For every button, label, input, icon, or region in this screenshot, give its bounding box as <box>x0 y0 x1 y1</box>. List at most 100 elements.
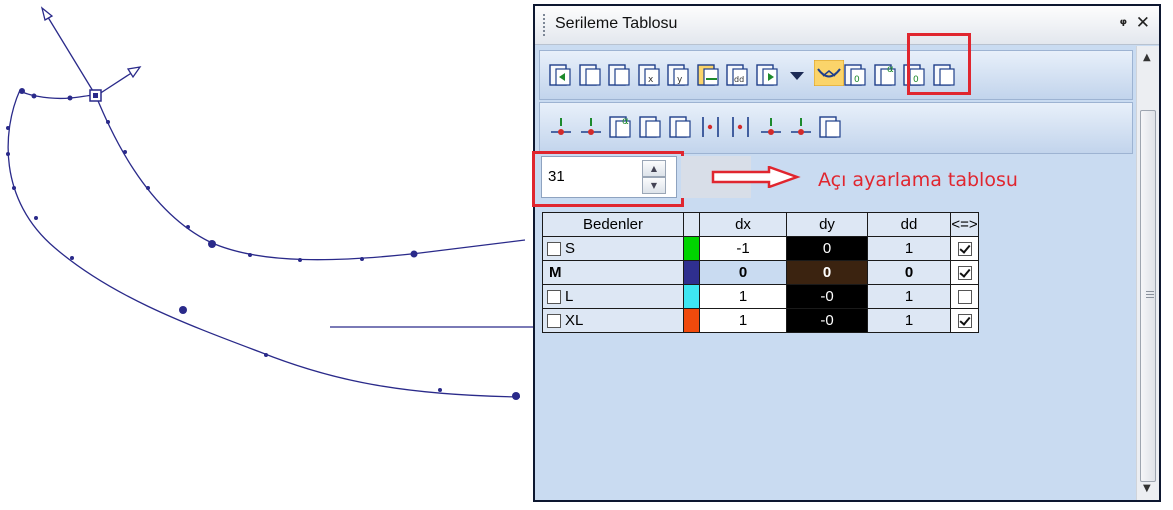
pin-icon[interactable]: ᵠ <box>1120 15 1127 33</box>
scroll-thumb[interactable] <box>1140 110 1156 482</box>
angle-spin-input[interactable]: 31 ▲ ▼ <box>541 156 677 198</box>
size-checkbox[interactable] <box>547 290 561 305</box>
size-name-cell[interactable]: S <box>542 236 684 261</box>
size-color-swatch[interactable] <box>683 260 700 285</box>
svg-text:0: 0 <box>854 75 860 85</box>
pattern-curve-middle <box>95 95 526 261</box>
link-cell[interactable] <box>950 308 979 333</box>
col-header-dd[interactable]: dd <box>867 212 951 237</box>
dx-cell[interactable]: 1 <box>699 284 787 309</box>
grade-right-icon[interactable] <box>755 62 781 88</box>
table-row[interactable]: L 1 -0 1 <box>542 284 979 309</box>
alpha-angle-icon[interactable]: α <box>873 62 899 88</box>
highlight-box-curve-tool <box>907 33 971 95</box>
piece-dd-icon[interactable]: dd <box>725 62 751 88</box>
red-arrow-icon <box>711 166 801 188</box>
svg-text:α: α <box>887 64 894 75</box>
svg-text:x: x <box>648 75 654 85</box>
size-name: L <box>565 288 574 305</box>
table-row[interactable]: M000 <box>542 260 979 285</box>
distribute-icon[interactable] <box>758 114 784 140</box>
piece-disabled-icon[interactable] <box>607 62 633 88</box>
size-name-cell[interactable]: L <box>542 284 684 309</box>
size-name: M <box>549 264 562 281</box>
size-name: S <box>565 240 576 257</box>
curve-angle-icon[interactable] <box>813 60 844 86</box>
table-row[interactable]: XL 1 -0 1 <box>542 308 979 333</box>
dy-cell[interactable]: 0 <box>786 260 868 285</box>
size-name-cell[interactable]: M <box>542 260 684 285</box>
link-checkbox[interactable] <box>957 314 972 329</box>
dx-cell[interactable]: 1 <box>699 308 787 333</box>
pattern-curve-outer <box>7 89 521 398</box>
link-cell[interactable] <box>950 284 979 309</box>
svg-text:y: y <box>677 75 683 85</box>
dd-cell[interactable]: 0 <box>867 260 951 285</box>
size-color-swatch[interactable] <box>683 236 700 261</box>
dx-cell[interactable]: 0 <box>699 260 787 285</box>
dy-cell[interactable]: -0 <box>786 284 868 309</box>
grading-table-panel: Serileme Tablosu ᵠ ✕ x y dd 0 α 0 α 31 ▲ ▼ Aç… <box>532 4 1161 502</box>
direction-arrow-line <box>45 13 97 97</box>
dropdown-arrow-icon[interactable] <box>784 62 810 88</box>
close-icon[interactable]: ✕ <box>1136 13 1150 33</box>
link-checkbox[interactable] <box>957 290 972 305</box>
dy-cell[interactable]: -0 <box>786 308 868 333</box>
scroll-down-icon[interactable]: ▼ <box>1143 483 1151 494</box>
diagonal-points-icon[interactable] <box>788 114 814 140</box>
arrowhead-up-icon <box>40 6 54 21</box>
pattern-curve-top <box>19 89 97 100</box>
mirror-piece-icon[interactable] <box>668 114 694 140</box>
svg-text:α: α <box>622 116 629 127</box>
col-header-color <box>683 212 700 237</box>
link-checkbox[interactable] <box>957 266 972 281</box>
drag-grip-icon[interactable] <box>543 14 545 36</box>
table-row[interactable]: S -1 0 1 <box>542 236 979 261</box>
dd-cell[interactable]: 1 <box>867 236 951 261</box>
split-line-icon[interactable] <box>698 114 724 140</box>
size-color-swatch[interactable] <box>683 308 700 333</box>
panel-title: Serileme Tablosu <box>555 15 678 32</box>
point-down-icon[interactable] <box>548 114 574 140</box>
size-name-cell[interactable]: XL <box>542 308 684 333</box>
piece-copy-icon[interactable] <box>578 62 604 88</box>
size-checkbox[interactable] <box>547 242 561 257</box>
grade-left-icon[interactable] <box>548 62 574 88</box>
ruler-zero-icon[interactable]: 0 <box>843 62 869 88</box>
link-cell[interactable] <box>950 236 979 261</box>
scroll-up-icon[interactable]: ▲ <box>1143 52 1151 63</box>
point-plus-icon[interactable] <box>578 114 604 140</box>
col-header-sizes[interactable]: Bedenler <box>542 212 684 237</box>
toolbar-row-1: x y dd 0 α 0 <box>539 50 1133 100</box>
dx-cell[interactable]: -1 <box>699 236 787 261</box>
dy-cell[interactable]: 0 <box>786 236 868 261</box>
spin-up-button[interactable]: ▲ <box>642 160 666 177</box>
alpha-copy-icon[interactable]: α <box>608 114 634 140</box>
vertical-scrollbar[interactable]: ▲ ▼ <box>1136 46 1159 500</box>
size-checkbox[interactable] <box>547 314 561 329</box>
check-piece-icon[interactable] <box>818 114 844 140</box>
grade-shift-active-icon[interactable] <box>696 62 722 88</box>
arrow-into-line-icon[interactable] <box>728 114 754 140</box>
grading-table: Bedenler dx dy dd <=> S -1 0 1 M 0 0 0 L 1 -0 1 XL 1-… <box>542 212 979 333</box>
expand-piece-icon[interactable] <box>638 114 664 140</box>
toolbar-row-2: α <box>539 102 1133 154</box>
piece-x-icon[interactable]: x <box>637 62 663 88</box>
spin-down-button[interactable]: ▼ <box>642 177 666 194</box>
col-header-dx[interactable]: dx <box>699 212 787 237</box>
link-checkbox[interactable] <box>957 242 972 257</box>
direction-arrow-line-right <box>95 69 137 97</box>
link-cell[interactable] <box>950 260 979 285</box>
dd-cell[interactable]: 1 <box>867 284 951 309</box>
col-header-link[interactable]: <=> <box>950 212 979 237</box>
arrowhead-right-icon <box>126 66 142 79</box>
svg-text:dd: dd <box>734 75 744 84</box>
size-color-swatch[interactable] <box>683 284 700 309</box>
angle-table-annotation: Açı ayarlama tablosu <box>818 169 1018 191</box>
col-header-dy[interactable]: dy <box>786 212 868 237</box>
piece-y-icon[interactable]: y <box>666 62 692 88</box>
dd-cell[interactable]: 1 <box>867 308 951 333</box>
panel-titlebar[interactable]: Serileme Tablosu ᵠ ✕ <box>535 6 1159 45</box>
size-name: XL <box>565 312 584 329</box>
angle-value[interactable]: 31 <box>548 168 565 185</box>
